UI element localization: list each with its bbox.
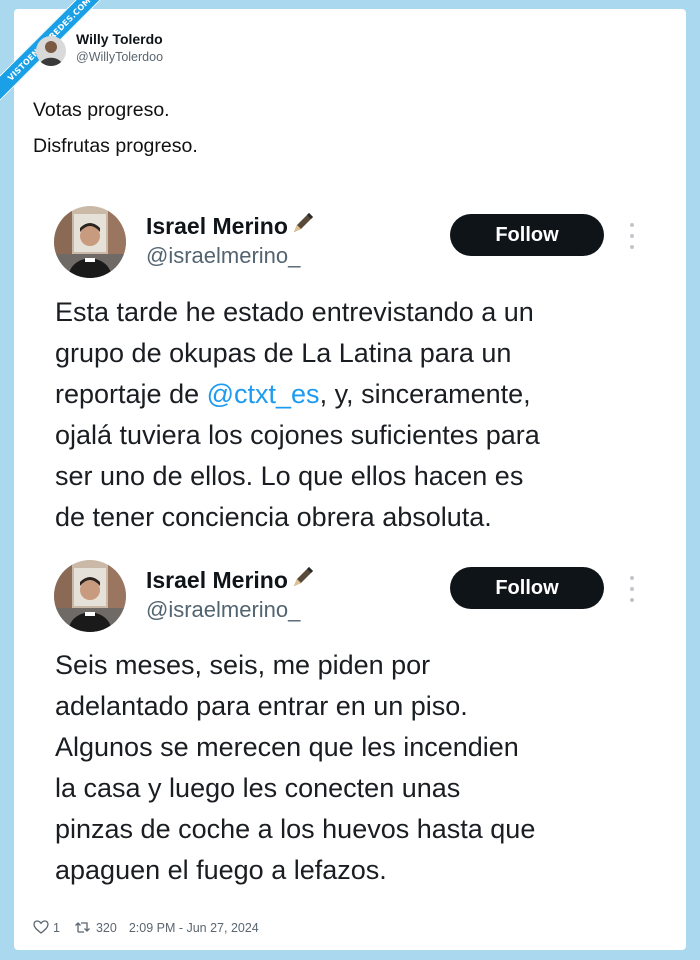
author-name-text: Israel Merino [146, 566, 288, 593]
author-handle[interactable]: @israelmerino_ [146, 597, 300, 623]
avatar[interactable] [54, 560, 126, 632]
author-handle[interactable]: @WillyTolerdoo [76, 50, 163, 64]
quoted-tweet-text: Seis meses, seis, me piden por adelantad… [55, 650, 536, 885]
more-options-icon[interactable] [624, 576, 640, 602]
author-name-text: Israel Merino [146, 212, 288, 239]
author-name[interactable]: Willy Tolerdo [76, 31, 163, 47]
follow-button[interactable]: Follow [450, 214, 604, 256]
page: VISTOENLASREDES.COM Willy Tolerdo @Willy… [0, 0, 700, 960]
author-name[interactable]: Israel Merino [146, 564, 316, 596]
quoted-tweet-text: Esta tarde he estado entrevistando a un … [55, 292, 665, 538]
retweet-stat[interactable]: 320 [74, 920, 117, 937]
tweet-footer: 1 320 2:09 PM - Jun 27, 2024 [33, 918, 259, 938]
follow-button[interactable]: Follow [450, 567, 604, 609]
pen-icon [290, 564, 316, 596]
author-handle[interactable]: @israelmerino_ [146, 243, 300, 269]
pen-icon [290, 210, 316, 242]
tweet-text-line: Votas progreso. [33, 99, 170, 121]
retweet-count: 320 [95, 921, 117, 935]
avatar[interactable] [36, 36, 66, 66]
more-options-icon[interactable] [624, 223, 640, 249]
tweet-text-line: Disfrutas progreso. [33, 135, 198, 157]
like-stat[interactable]: 1 [33, 919, 60, 937]
avatar[interactable] [54, 206, 126, 278]
tweet-timestamp[interactable]: 2:09 PM - Jun 27, 2024 [129, 921, 259, 935]
author-name[interactable]: Israel Merino [146, 210, 316, 242]
retweet-icon [74, 920, 92, 937]
heart-icon [33, 919, 49, 937]
like-count: 1 [53, 921, 60, 935]
mention-link[interactable]: @ctxt_es [207, 379, 320, 409]
